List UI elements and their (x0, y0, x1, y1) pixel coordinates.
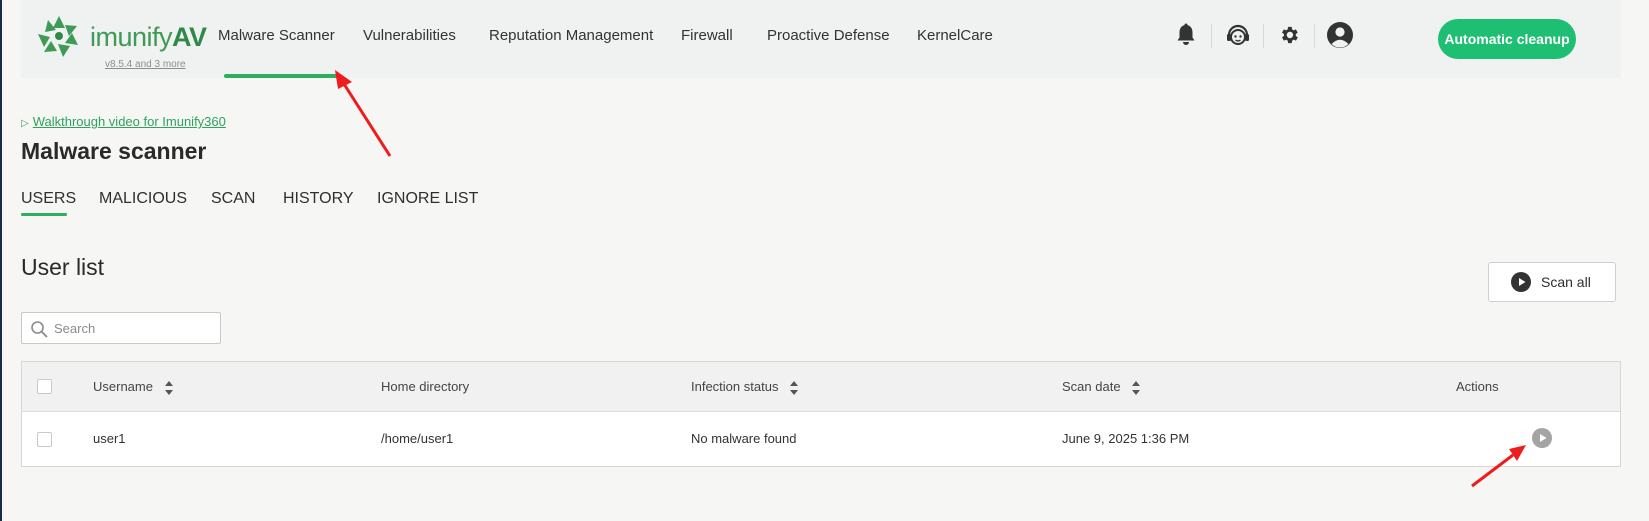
user-list-title: User list (21, 254, 105, 280)
cell-scan-date: June 9, 2025 1:36 PM (1062, 431, 1190, 446)
cell-username: user1 (93, 431, 126, 446)
icon-divider (1211, 24, 1212, 48)
column-infection-status-label: Infection status (691, 379, 779, 394)
nav-proactive-defense[interactable]: Proactive Defense (767, 27, 890, 44)
column-infection-status[interactable]: Infection status (691, 379, 799, 395)
table-row: user1 /home/user1 No malware found June … (22, 412, 1620, 466)
annotation-arrow-nav (342, 83, 392, 157)
scan-all-label: Scan all (1541, 274, 1591, 290)
window-left-edge (0, 0, 2, 521)
column-username-label: Username (93, 379, 153, 394)
column-scan-date-label: Scan date (1062, 379, 1121, 394)
column-actions: Actions (1456, 379, 1499, 394)
row-checkbox[interactable] (37, 432, 52, 447)
column-username[interactable]: Username (93, 379, 173, 395)
scan-user-play-icon[interactable] (1532, 428, 1552, 448)
search-box (21, 312, 221, 344)
nav-malware-scanner[interactable]: Malware Scanner (218, 27, 335, 44)
select-all-checkbox[interactable] (37, 379, 52, 394)
tab-malicious[interactable]: MALICIOUS (99, 190, 187, 208)
bell-icon[interactable] (1171, 20, 1201, 50)
support-agent-icon[interactable] (1223, 20, 1253, 50)
gear-icon[interactable] (1274, 20, 1304, 50)
play-outline-icon: ▷ (21, 118, 29, 129)
walkthrough-link[interactable]: ▷ Walkthrough video for Imunify360 (21, 114, 226, 129)
sort-icon (164, 380, 173, 395)
icon-divider (1263, 24, 1264, 48)
tab-scan[interactable]: SCAN (211, 190, 255, 208)
sort-icon (1132, 380, 1141, 395)
nav-vulnerabilities[interactable]: Vulnerabilities (363, 27, 456, 44)
user-avatar-icon[interactable] (1325, 20, 1355, 50)
tab-history[interactable]: HISTORY (283, 190, 354, 208)
walkthrough-link-text[interactable]: Walkthrough video for Imunify360 (33, 114, 226, 129)
cell-infection-status: No malware found (691, 431, 797, 446)
nav-firewall[interactable]: Firewall (681, 27, 733, 44)
user-table: Username Home directory Infection status… (21, 361, 1621, 467)
search-icon (31, 321, 48, 338)
icon-divider (1314, 24, 1315, 48)
nav-kernelcare[interactable]: KernelCare (917, 27, 993, 44)
table-header: Username Home directory Infection status… (22, 362, 1620, 412)
cell-home-directory: /home/user1 (381, 431, 454, 446)
tab-active-indicator (21, 213, 67, 216)
column-scan-date[interactable]: Scan date (1062, 379, 1141, 395)
sort-icon (790, 380, 799, 395)
column-home-directory: Home directory (381, 379, 470, 394)
nav-active-indicator (224, 74, 339, 78)
imunify-logo-icon (38, 16, 78, 57)
top-navigation-bar: imunifyAV v8.5.4 and 3 more Malware Scan… (21, 0, 1621, 78)
brand-name: imunifyAV (90, 22, 207, 52)
play-circle-icon (1511, 272, 1531, 292)
imunify-logo[interactable]: imunifyAV v8.5.4 and 3 more (36, 14, 207, 70)
page-title: Malware scanner (21, 138, 207, 164)
tab-ignore-list[interactable]: IGNORE LIST (377, 190, 478, 208)
search-input[interactable] (54, 313, 214, 343)
nav-reputation-management[interactable]: Reputation Management (489, 27, 653, 44)
tab-users[interactable]: USERS (21, 190, 76, 208)
version-label[interactable]: v8.5.4 and 3 more (105, 59, 186, 70)
scan-all-button[interactable]: Scan all (1488, 262, 1616, 302)
automatic-cleanup-button[interactable]: Automatic cleanup (1438, 19, 1576, 59)
